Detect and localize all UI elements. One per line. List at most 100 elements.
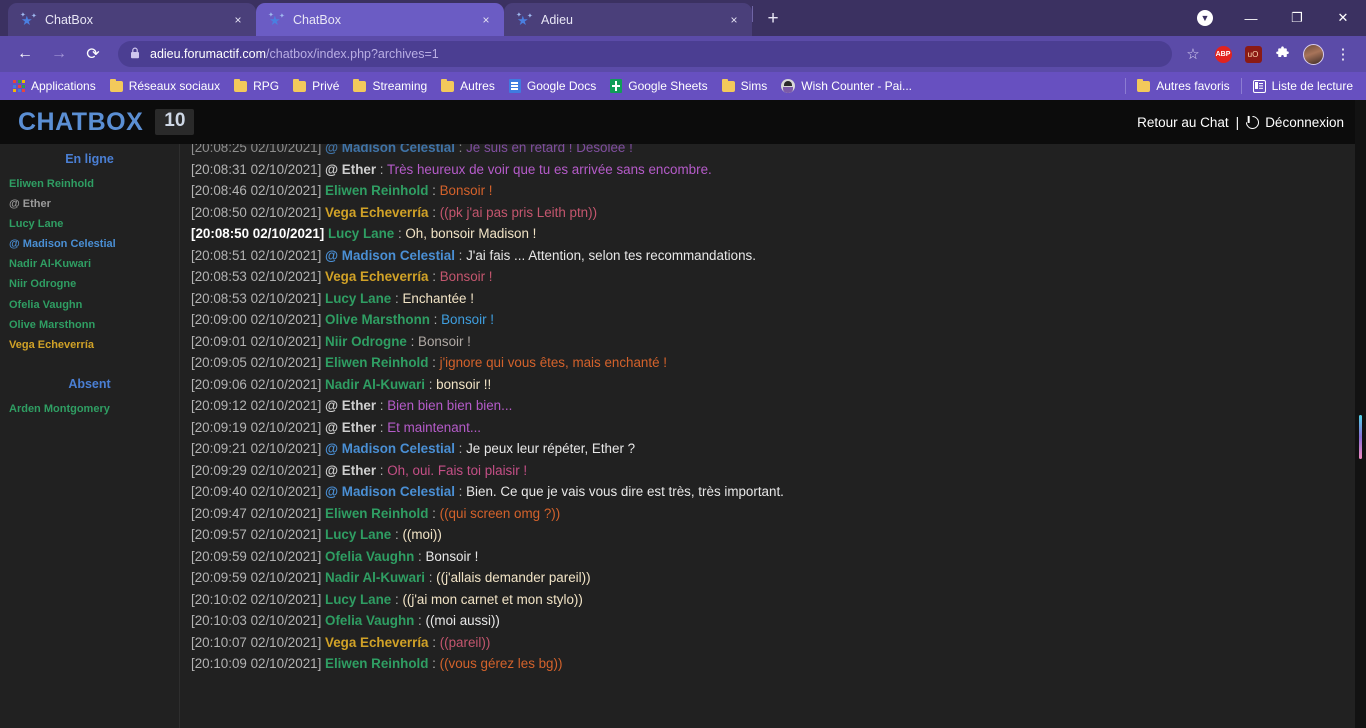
message-author[interactable]: Eliwen Reinhold (325, 656, 428, 671)
tab-close-icon[interactable]: × (724, 10, 744, 30)
page-scrollbar-thumb[interactable] (1359, 415, 1362, 459)
online-user[interactable]: @ Ether (0, 194, 179, 214)
message-colon: : (454, 441, 467, 456)
folder-icon (353, 78, 367, 92)
message-text: ((qui screen omg ?)) (439, 505, 561, 521)
online-user[interactable]: Olive Marsthonn (0, 315, 179, 335)
tab-title: Adieu (541, 12, 573, 27)
browser-menu-icon[interactable]: ⋮ (1330, 41, 1356, 67)
address-bar[interactable]: adieu.forumactif.com/chatbox/index.php?a… (118, 41, 1172, 67)
message-text: Bonsoir ! (439, 183, 493, 198)
message-colon: : (428, 656, 440, 671)
message-author[interactable]: Olive Marsthonn (325, 312, 430, 327)
message-colon: : (454, 247, 467, 263)
message-author[interactable]: Lucy Lane (325, 291, 391, 306)
browser-tab[interactable]: ✦ ✦ ChatBox × (8, 3, 256, 36)
bookmark-item[interactable]: Sims (715, 75, 775, 97)
browser-tab[interactable]: ✦ ✦ Adieu × (504, 3, 752, 36)
message-colon: : (424, 376, 437, 392)
bookmark-item[interactable]: Google Docs (502, 75, 603, 97)
bookmark-item[interactable]: Applications (6, 75, 103, 97)
chat-message: [20:08:53 02/10/2021] Vega Echeverría : … (186, 266, 1366, 288)
tab-close-icon[interactable]: × (476, 10, 496, 30)
message-author[interactable]: Niir Odrogne (325, 334, 407, 349)
folder-icon (1137, 78, 1151, 92)
chat-message: [20:08:25 02/10/2021] @ Madison Celestia… (186, 144, 1366, 159)
online-user[interactable]: Niir Odrogne (0, 274, 179, 294)
maximize-button[interactable]: ❐ (1274, 0, 1320, 36)
minimize-button[interactable]: — (1228, 0, 1274, 36)
chat-message: [20:09:40 02/10/2021] @ Madison Celestia… (186, 481, 1366, 503)
back-icon[interactable]: ← (11, 40, 39, 68)
message-text: Oh, bonsoir Madison ! (405, 226, 537, 241)
bookmark-icon (610, 79, 623, 93)
message-author[interactable]: @ Ether (325, 420, 376, 435)
message-author[interactable]: Ofelia Vaughn (325, 549, 414, 564)
bookmark-label: Réseaux sociaux (128, 79, 221, 93)
star-sparkle-icon: ✦ ✦ (516, 11, 533, 27)
online-user[interactable]: Ofelia Vaughn (0, 295, 179, 315)
bookmark-item[interactable]: Google Sheets (603, 75, 714, 97)
message-author[interactable]: Nadir Al-Kuwari (325, 377, 425, 392)
message-author[interactable]: @ Madison Celestial (325, 441, 455, 456)
tab-close-icon[interactable]: × (228, 10, 248, 30)
message-author[interactable]: Lucy Lane (328, 226, 394, 241)
message-timestamp: [20:08:50 02/10/2021] (191, 204, 326, 220)
online-user[interactable]: Eliwen Reinhold (0, 174, 179, 194)
bookmark-item[interactable]: Streaming (346, 75, 434, 97)
chat-message: [20:09:19 02/10/2021] @ Ether : Et maint… (186, 417, 1366, 439)
message-author[interactable]: Eliwen Reinhold (325, 506, 428, 521)
browser-tab[interactable]: ✦ ✦ ChatBox × (256, 3, 504, 36)
message-author[interactable]: Eliwen Reinhold (325, 355, 428, 370)
message-author[interactable]: Vega Echeverría (325, 269, 428, 284)
online-user[interactable]: Vega Echeverría (0, 335, 179, 355)
chat-message: [20:09:01 02/10/2021] Niir Odrogne : Bon… (186, 331, 1366, 353)
message-timestamp: [20:09:00 02/10/2021] (191, 312, 326, 327)
profile-avatar[interactable] (1300, 41, 1326, 67)
back-to-chat-link[interactable]: Retour au Chat (1137, 115, 1229, 130)
message-author[interactable]: Vega Echeverría (325, 635, 428, 650)
ublock-origin-icon[interactable]: uO (1240, 41, 1266, 67)
bookmark-item[interactable]: RPG (227, 75, 286, 97)
message-author[interactable]: Nadir Al-Kuwari (325, 570, 425, 585)
bookmark-icon (441, 78, 455, 92)
bookmark-item[interactable]: Autres favoris (1130, 75, 1236, 97)
forward-icon[interactable]: → (45, 40, 73, 68)
message-list[interactable]: [20:08:25 02/10/2021] @ Madison Celestia… (180, 144, 1366, 728)
page-scrollbar[interactable] (1355, 100, 1366, 728)
close-window-button[interactable]: ✕ (1320, 0, 1366, 36)
bookmark-item[interactable]: Liste de lecture (1246, 75, 1360, 97)
omnibox-toolbar: ← → ⟳ adieu.forumactif.com/chatbox/index… (0, 36, 1366, 72)
message-author[interactable]: Lucy Lane (325, 527, 391, 542)
message-author[interactable]: Eliwen Reinhold (325, 183, 428, 198)
absent-user[interactable]: Arden Montgomery (0, 399, 179, 419)
extensions-icon[interactable] (1270, 41, 1296, 67)
bookmark-star-icon[interactable]: ☆ (1180, 41, 1206, 67)
new-tab-button[interactable]: + (759, 5, 787, 33)
message-author[interactable]: @ Ether (325, 398, 376, 413)
message-colon: : (376, 398, 388, 413)
bookmark-item[interactable]: Wish Counter - Pai... (774, 75, 919, 97)
online-user[interactable]: Nadir Al-Kuwari (0, 254, 179, 274)
logout-link[interactable]: Déconnexion (1265, 115, 1344, 130)
message-author[interactable]: Ofelia Vaughn (325, 613, 414, 628)
message-author[interactable]: @ Ether (325, 463, 376, 478)
message-author[interactable]: Vega Echeverría (325, 205, 428, 220)
chat-message: [20:09:21 02/10/2021] @ Madison Celestia… (186, 438, 1366, 460)
message-timestamp: [20:09:06 02/10/2021] (191, 376, 326, 392)
online-user[interactable]: Lucy Lane (0, 214, 179, 234)
bookmark-item[interactable]: Réseaux sociaux (103, 75, 227, 97)
browser-update-icon[interactable]: ▼ (1182, 0, 1228, 36)
tab-title: ChatBox (45, 12, 93, 27)
message-author[interactable]: @ Ether (325, 162, 376, 177)
message-author[interactable]: @ Madison Celestial (325, 248, 455, 263)
reload-icon[interactable]: ⟳ (79, 40, 107, 68)
message-author[interactable]: Lucy Lane (325, 592, 391, 607)
bookmark-item[interactable]: Autres (434, 75, 502, 97)
message-author[interactable]: @ Madison Celestial (325, 484, 455, 499)
bookmark-item[interactable]: Privé (286, 75, 346, 97)
adblock-plus-icon[interactable]: ABP (1210, 41, 1236, 67)
message-author[interactable]: @ Madison Celestial (325, 144, 455, 155)
online-user[interactable]: @ Madison Celestial (0, 234, 179, 254)
page-title: CHATBOX (18, 107, 144, 136)
